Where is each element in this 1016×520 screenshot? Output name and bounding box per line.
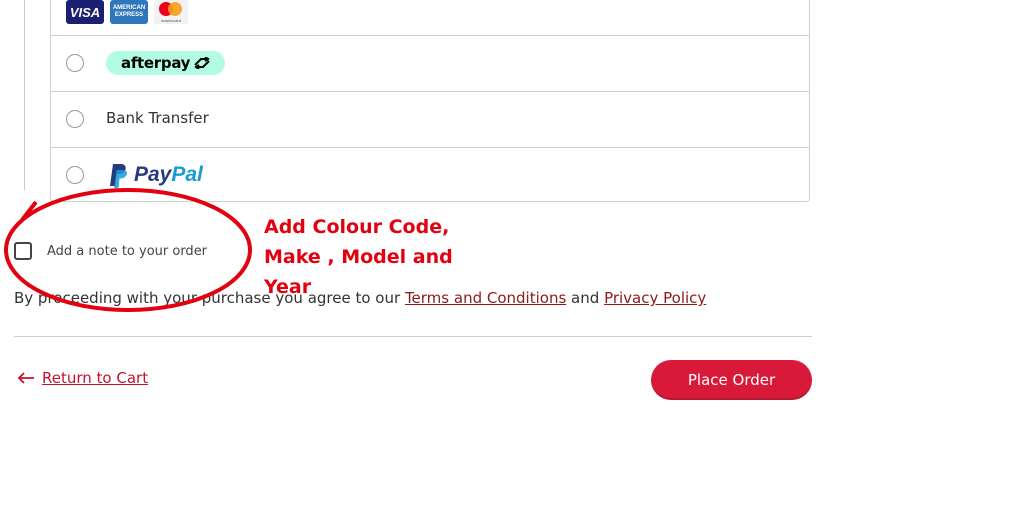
arrow-left-icon	[17, 372, 34, 384]
amex-card-icon: AMERICAN EXPRESS	[110, 0, 148, 24]
annotation-line: Year	[264, 276, 312, 298]
annotation-text: Add Colour Code, Make , Model and Year	[264, 212, 494, 302]
payment-option-afterpay[interactable]: afterpay	[51, 35, 809, 92]
return-to-cart-label: Return to Cart	[42, 369, 149, 387]
afterpay-logo: afterpay	[106, 51, 226, 75]
agreement-conjunction: and	[571, 289, 600, 307]
annotation-line: Add Colour Code,	[264, 216, 450, 238]
card-logos: VISA AMERICAN EXPRESS mastercard	[66, 0, 188, 24]
afterpay-radio[interactable]	[66, 54, 84, 72]
afterpay-arrows-icon	[194, 57, 210, 69]
bank-transfer-radio[interactable]	[66, 110, 84, 128]
section-left-rule	[24, 0, 25, 190]
payment-option-bank-transfer[interactable]: Bank Transfer	[51, 91, 809, 148]
place-order-button[interactable]: Place Order	[651, 360, 812, 400]
privacy-link[interactable]: Privacy Policy	[604, 289, 706, 307]
payment-option-card[interactable]: VISA AMERICAN EXPRESS mastercard	[51, 0, 809, 35]
afterpay-label: afterpay	[121, 54, 191, 72]
annotation-line: Make , Model and	[264, 246, 453, 268]
annotation-ellipse	[4, 188, 252, 312]
mastercard-card-icon: mastercard	[154, 0, 188, 24]
footer-divider	[14, 336, 812, 337]
payment-methods-panel: VISA AMERICAN EXPRESS mastercard afterpa…	[50, 0, 810, 202]
return-to-cart-link[interactable]: Return to Cart	[16, 369, 148, 387]
bank-transfer-label: Bank Transfer	[106, 109, 209, 127]
visa-card-icon: VISA	[66, 0, 104, 24]
